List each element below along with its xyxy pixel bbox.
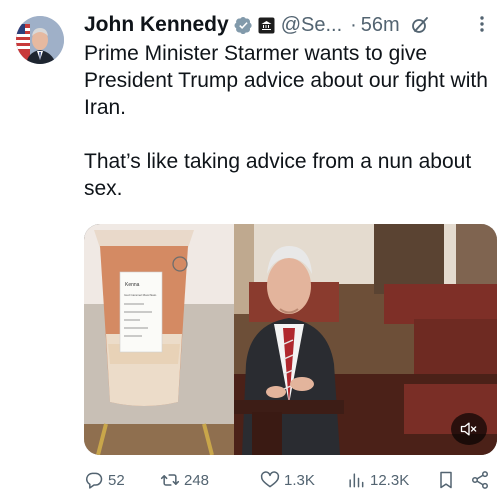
views-button[interactable]: 12.3K	[346, 468, 409, 492]
reply-icon	[85, 472, 103, 489]
cup-label-title: Kenna	[125, 282, 140, 288]
mute-button[interactable]	[451, 413, 487, 445]
author-handle[interactable]: @Se...	[281, 14, 342, 37]
reply-button[interactable]: 52	[84, 468, 125, 492]
like-icon	[260, 471, 280, 488]
separator-dot: ·	[350, 13, 357, 36]
repost-button[interactable]: 248	[160, 468, 209, 492]
bookmark-icon	[440, 471, 452, 489]
action-bar: 52 248 1.3K 12.3K	[84, 468, 496, 492]
bookmark-button[interactable]	[436, 468, 460, 492]
mute-icon	[460, 422, 477, 436]
like-count: 1.3K	[284, 471, 315, 489]
repost-icon	[160, 474, 180, 486]
share-icon	[471, 471, 489, 489]
views-count: 12.3K	[370, 471, 410, 489]
cup-label-line: Iced Caramel Macchiato	[124, 293, 157, 297]
tweet-header: John Kennedy @Se... · 56m	[84, 10, 430, 40]
government-badge-icon[interactable]	[258, 17, 275, 34]
grok-icon[interactable]	[410, 15, 430, 35]
tweet-text: Prime Minister Starmer wants to give Pre…	[84, 42, 488, 200]
author-name[interactable]: John Kennedy	[84, 13, 229, 37]
reply-count: 52	[108, 471, 125, 489]
tweet-time[interactable]: 56m	[361, 14, 400, 37]
views-icon	[349, 473, 364, 488]
author-avatar[interactable]	[16, 16, 64, 64]
like-button[interactable]: 1.3K	[260, 468, 315, 492]
share-button[interactable]	[470, 468, 494, 492]
verified-badge-icon[interactable]	[234, 16, 253, 35]
repost-count: 248	[184, 471, 210, 489]
more-icon[interactable]	[472, 14, 492, 34]
tweet-video[interactable]: Kenna Iced Caramel Macchiato	[84, 224, 497, 455]
